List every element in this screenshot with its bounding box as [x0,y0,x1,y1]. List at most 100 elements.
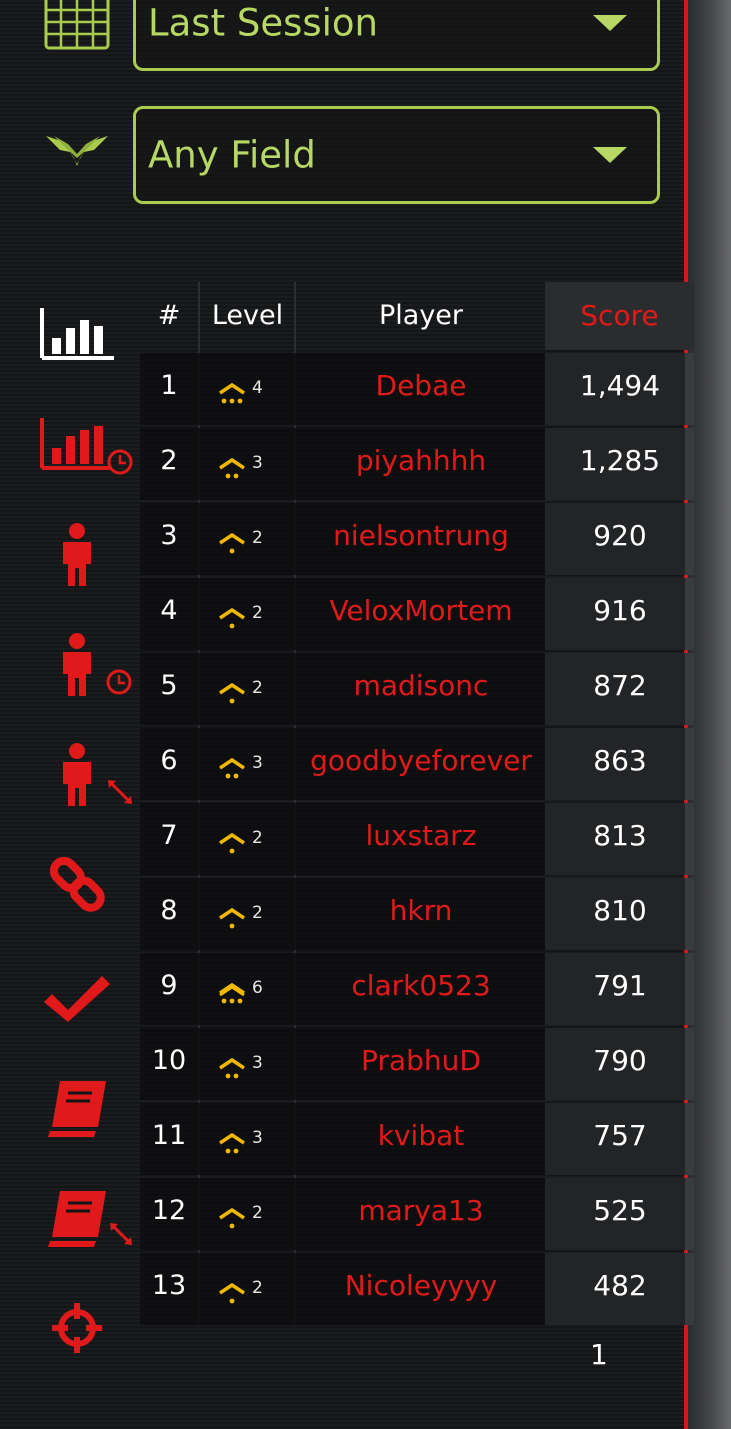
level-cell: 2 [200,578,295,650]
player-name-link[interactable]: PrabhuD [297,1028,545,1100]
table-row[interactable]: 5 2 madisonc 872 [140,653,694,725]
category-book-range[interactable] [30,1185,132,1265]
player-name-link[interactable]: Debae [297,353,545,425]
table-row[interactable]: 10 3 PrabhuD 790 [140,1028,694,1100]
rank-cell: 4 [160,595,178,626]
player-name-link[interactable]: clark0523 [297,953,545,1025]
header-level[interactable]: Level [200,282,295,350]
score-cell: 791 [593,969,647,1002]
link-icon [49,856,105,912]
category-bar-chart-timed[interactable] [30,410,133,490]
bar-chart-clock-icon [40,418,133,475]
table-row[interactable]: 9 6 clark0523 791 [140,953,694,1025]
page-number[interactable]: 1 [590,1338,608,1371]
leaderboard-table: # Level Player Score 1 4 Debae 1,494 2 3 piyah… [140,282,694,1325]
person-clock-icon [63,633,132,696]
rank-cell: 2 [160,445,178,476]
rank-cell: 6 [160,745,178,776]
table-row[interactable]: 1 4 Debae 1,494 [140,353,694,425]
level-cell: 2 [200,653,295,725]
rank-cell: 9 [160,970,178,1001]
header-player[interactable]: Player [297,282,545,350]
rank-insignia-icon [219,1057,245,1079]
bar-chart-icon [40,308,114,360]
rank-insignia-icon [219,607,245,629]
table-header: # Level Player Score [140,282,694,350]
category-crosshair[interactable] [30,1295,130,1375]
category-check[interactable] [30,960,130,1040]
player-name-link[interactable]: Nicoleyyyy [297,1253,545,1325]
player-name-link[interactable]: kvibat [297,1103,545,1175]
rank-cell: 12 [151,1195,187,1226]
rank-insignia-icon [219,982,245,1004]
level-cell: 6 [200,953,295,1025]
table-row[interactable]: 12 2 marya13 525 [140,1178,694,1250]
level-number: 6 [252,978,263,998]
player-name-link[interactable]: madisonc [297,653,545,725]
player-name-link[interactable]: luxstarz [297,803,545,875]
score-cell: 482 [593,1269,647,1302]
session-dropdown[interactable]: Last Session [133,0,660,71]
rank-insignia-icon [219,682,245,704]
level-number: 2 [252,828,263,848]
rank-insignia-icon [219,907,245,929]
book-icon [48,1081,106,1137]
score-cell: 525 [593,1194,647,1227]
score-cell: 872 [593,669,647,702]
table-row[interactable]: 3 2 nielsontrung 920 [140,503,694,575]
player-name-link[interactable]: goodbyeforever [297,728,545,800]
table-row[interactable]: 7 2 luxstarz 813 [140,803,694,875]
level-number: 2 [252,1278,263,1298]
level-cell: 4 [200,353,295,425]
category-person[interactable] [30,520,130,600]
session-dropdown-value: Last Session [148,1,379,45]
table-row[interactable]: 8 2 hkrn 810 [140,878,694,950]
score-cell: 920 [593,519,647,552]
score-cell: 757 [593,1119,647,1152]
table-row[interactable]: 2 3 piyahhhh 1,285 [140,428,694,500]
table-row[interactable]: 11 3 kvibat 757 [140,1103,694,1175]
person-icon [63,523,91,586]
rank-insignia-icon [219,382,245,404]
header-rank[interactable]: # [140,282,198,350]
category-person-range[interactable] [30,740,132,820]
category-book[interactable] [30,1075,130,1155]
rank-insignia-icon [219,1132,245,1154]
rank-insignia-icon [219,532,245,554]
person-resize-icon [63,743,132,806]
level-cell: 2 [200,878,295,950]
level-cell: 3 [200,728,295,800]
level-cell: 2 [200,1253,295,1325]
level-number: 3 [252,1053,263,1073]
player-name-link[interactable]: VeloxMortem [297,578,545,650]
category-link[interactable] [30,850,130,930]
rank-insignia-icon [219,757,245,779]
rank-insignia-icon [219,1282,245,1304]
score-cell: 1,494 [579,369,661,402]
table-body: 1 4 Debae 1,494 2 3 piyahhhh 1,285 3 2 nielsontrun… [140,353,694,1325]
player-name-link[interactable]: hkrn [297,878,545,950]
wings-icon [46,136,108,166]
player-name-link[interactable]: piyahhhh [297,428,545,500]
rank-cell: 7 [160,820,178,851]
level-number: 3 [252,453,263,473]
level-cell: 3 [200,428,295,500]
header-score[interactable]: Score [545,282,694,350]
table-row[interactable]: 4 2 VeloxMortem 916 [140,578,694,650]
rank-cell: 1 [160,370,178,401]
score-cell: 790 [593,1044,647,1077]
rank-cell: 5 [160,670,178,701]
player-name-link[interactable]: nielsontrung [297,503,545,575]
field-dropdown[interactable]: Any Field [133,106,660,204]
player-name-link[interactable]: marya13 [297,1178,545,1250]
category-person-timed[interactable] [30,630,132,710]
calendar-icon [44,0,110,50]
rank-insignia-icon [219,832,245,854]
level-number: 2 [252,678,263,698]
rank-cell: 8 [160,895,178,926]
table-row[interactable]: 6 3 goodbyeforever 863 [140,728,694,800]
level-cell: 3 [200,1028,295,1100]
chevron-down-icon [593,15,627,31]
table-row[interactable]: 13 2 Nicoleyyyy 482 [140,1253,694,1325]
category-bar-chart[interactable] [30,300,130,380]
